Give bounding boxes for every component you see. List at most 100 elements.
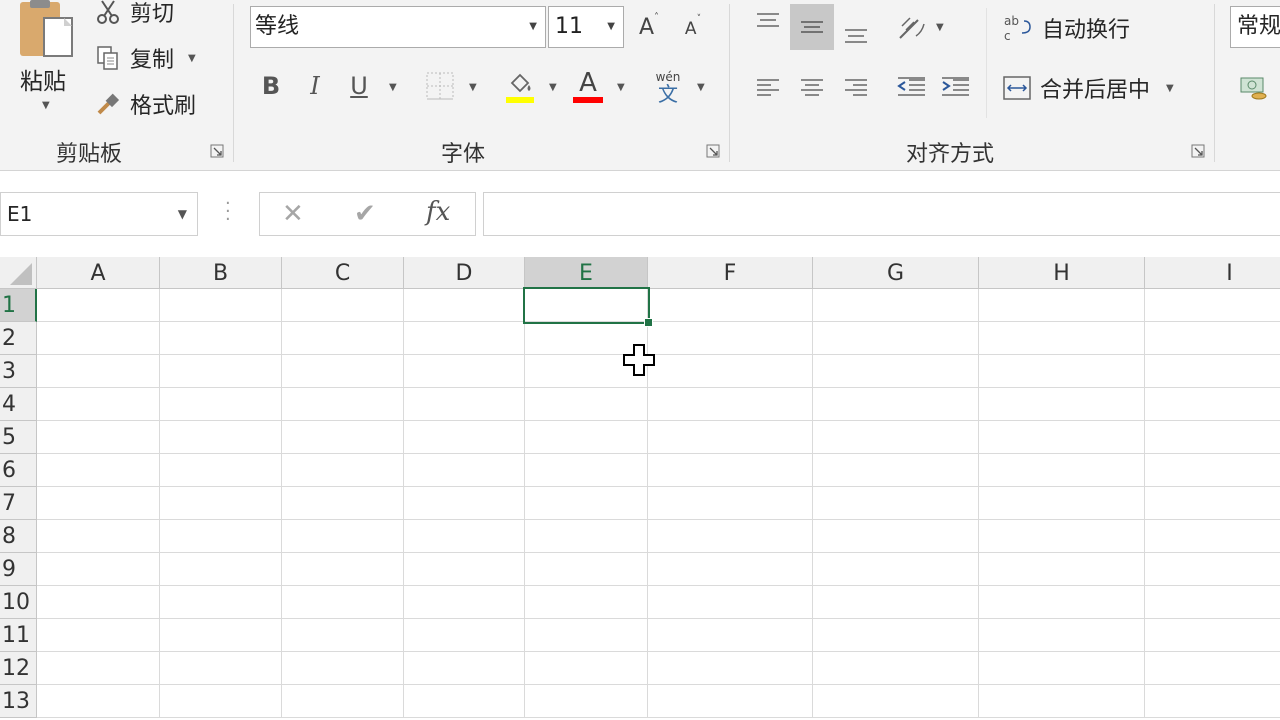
chevron-down-icon[interactable]: ▼ bbox=[178, 193, 187, 235]
row-header-7[interactable]: 7 bbox=[0, 487, 37, 520]
cell-h13[interactable] bbox=[979, 685, 1145, 718]
cell-b12[interactable] bbox=[160, 652, 282, 685]
cell-f1[interactable] bbox=[648, 289, 813, 322]
paste-icon[interactable] bbox=[18, 0, 78, 60]
cell-d3[interactable] bbox=[404, 355, 525, 388]
column-header-e[interactable]: E bbox=[525, 257, 648, 289]
clipboard-launcher-icon[interactable] bbox=[210, 144, 224, 158]
cell-c9[interactable] bbox=[282, 553, 404, 586]
splitter-dots-icon[interactable]: · · · bbox=[225, 195, 231, 229]
decrease-font-size-icon[interactable]: A ˅ bbox=[680, 14, 706, 44]
cell-i2[interactable] bbox=[1145, 322, 1280, 355]
cell-i9[interactable] bbox=[1145, 553, 1280, 586]
cell-g6[interactable] bbox=[813, 454, 979, 487]
cell-f10[interactable] bbox=[648, 586, 813, 619]
cell-b5[interactable] bbox=[160, 421, 282, 454]
cell-i6[interactable] bbox=[1145, 454, 1280, 487]
accounting-format-icon[interactable] bbox=[1238, 72, 1270, 104]
orientation-dropdown-icon[interactable]: ▼ bbox=[936, 22, 944, 33]
bottom-align-icon[interactable] bbox=[840, 18, 872, 48]
cell-b4[interactable] bbox=[160, 388, 282, 421]
cell-d10[interactable] bbox=[404, 586, 525, 619]
cell-e6[interactable] bbox=[525, 454, 648, 487]
row-header-10[interactable]: 10 bbox=[0, 586, 37, 619]
row-header-8[interactable]: 8 bbox=[0, 520, 37, 553]
decrease-indent-icon[interactable] bbox=[894, 72, 928, 104]
cell-c5[interactable] bbox=[282, 421, 404, 454]
row-header-4[interactable]: 4 bbox=[0, 388, 37, 421]
formula-input[interactable] bbox=[483, 192, 1280, 236]
cell-d13[interactable] bbox=[404, 685, 525, 718]
cell-e8[interactable] bbox=[525, 520, 648, 553]
cell-g3[interactable] bbox=[813, 355, 979, 388]
cell-f11[interactable] bbox=[648, 619, 813, 652]
cell-e13[interactable] bbox=[525, 685, 648, 718]
cell-i5[interactable] bbox=[1145, 421, 1280, 454]
cell-d2[interactable] bbox=[404, 322, 525, 355]
cell-h8[interactable] bbox=[979, 520, 1145, 553]
cell-h12[interactable] bbox=[979, 652, 1145, 685]
row-header-12[interactable]: 12 bbox=[0, 652, 37, 685]
cell-f9[interactable] bbox=[648, 553, 813, 586]
cell-b6[interactable] bbox=[160, 454, 282, 487]
column-header-f[interactable]: F bbox=[648, 257, 813, 289]
fill-color-icon[interactable] bbox=[504, 68, 536, 106]
cell-h9[interactable] bbox=[979, 553, 1145, 586]
align-right-icon[interactable] bbox=[840, 72, 872, 104]
fill-color-dropdown-icon[interactable]: ▼ bbox=[549, 82, 557, 93]
cell-h1[interactable] bbox=[979, 289, 1145, 322]
cell-b3[interactable] bbox=[160, 355, 282, 388]
cell-d6[interactable] bbox=[404, 454, 525, 487]
cell-d5[interactable] bbox=[404, 421, 525, 454]
cell-c8[interactable] bbox=[282, 520, 404, 553]
cell-f7[interactable] bbox=[648, 487, 813, 520]
cell-c2[interactable] bbox=[282, 322, 404, 355]
column-header-g[interactable]: G bbox=[813, 257, 979, 289]
column-header-d[interactable]: D bbox=[404, 257, 525, 289]
cell-c1[interactable] bbox=[282, 289, 404, 322]
alignment-launcher-icon[interactable] bbox=[1191, 144, 1205, 158]
cell-e5[interactable] bbox=[525, 421, 648, 454]
row-header-13[interactable]: 13 bbox=[0, 685, 37, 718]
cell-a11[interactable] bbox=[37, 619, 160, 652]
format-painter-button[interactable]: 格式刷 bbox=[94, 88, 196, 120]
cell-b11[interactable] bbox=[160, 619, 282, 652]
copy-button[interactable]: 复制 ▼ bbox=[94, 42, 196, 74]
cancel-icon[interactable]: ✕ bbox=[282, 199, 304, 229]
chevron-down-icon[interactable]: ▼ bbox=[529, 7, 537, 47]
row-header-5[interactable]: 5 bbox=[0, 421, 37, 454]
cell-d9[interactable] bbox=[404, 553, 525, 586]
cell-a8[interactable] bbox=[37, 520, 160, 553]
cell-b2[interactable] bbox=[160, 322, 282, 355]
cell-f12[interactable] bbox=[648, 652, 813, 685]
cell-a3[interactable] bbox=[37, 355, 160, 388]
cell-g8[interactable] bbox=[813, 520, 979, 553]
cell-h7[interactable] bbox=[979, 487, 1145, 520]
cell-d1[interactable] bbox=[404, 289, 525, 322]
enter-icon[interactable]: ✔ bbox=[354, 199, 376, 229]
cell-g4[interactable] bbox=[813, 388, 979, 421]
cell-g9[interactable] bbox=[813, 553, 979, 586]
phonetic-dropdown-icon[interactable]: ▼ bbox=[697, 82, 705, 93]
cell-e1[interactable] bbox=[525, 289, 648, 322]
cell-c6[interactable] bbox=[282, 454, 404, 487]
cell-a12[interactable] bbox=[37, 652, 160, 685]
cell-e12[interactable] bbox=[525, 652, 648, 685]
increase-font-size-icon[interactable]: A ˄ bbox=[634, 10, 664, 44]
cut-button[interactable]: 剪切 bbox=[94, 0, 174, 28]
cell-f4[interactable] bbox=[648, 388, 813, 421]
chevron-down-icon[interactable]: ▼ bbox=[607, 7, 615, 47]
cell-g2[interactable] bbox=[813, 322, 979, 355]
middle-align-icon[interactable] bbox=[790, 4, 834, 50]
cell-b10[interactable] bbox=[160, 586, 282, 619]
insert-function-icon[interactable]: fx bbox=[426, 197, 450, 227]
cell-f5[interactable] bbox=[648, 421, 813, 454]
cell-e11[interactable] bbox=[525, 619, 648, 652]
borders-dropdown-icon[interactable]: ▼ bbox=[469, 82, 477, 93]
cell-e9[interactable] bbox=[525, 553, 648, 586]
cell-c10[interactable] bbox=[282, 586, 404, 619]
worksheet-grid[interactable]: A B C D E F G H I 1 2 3 4 5 6 7 8 9 10 11 12 13 bbox=[0, 257, 1280, 720]
cell-h11[interactable] bbox=[979, 619, 1145, 652]
cell-c11[interactable] bbox=[282, 619, 404, 652]
cell-h2[interactable] bbox=[979, 322, 1145, 355]
